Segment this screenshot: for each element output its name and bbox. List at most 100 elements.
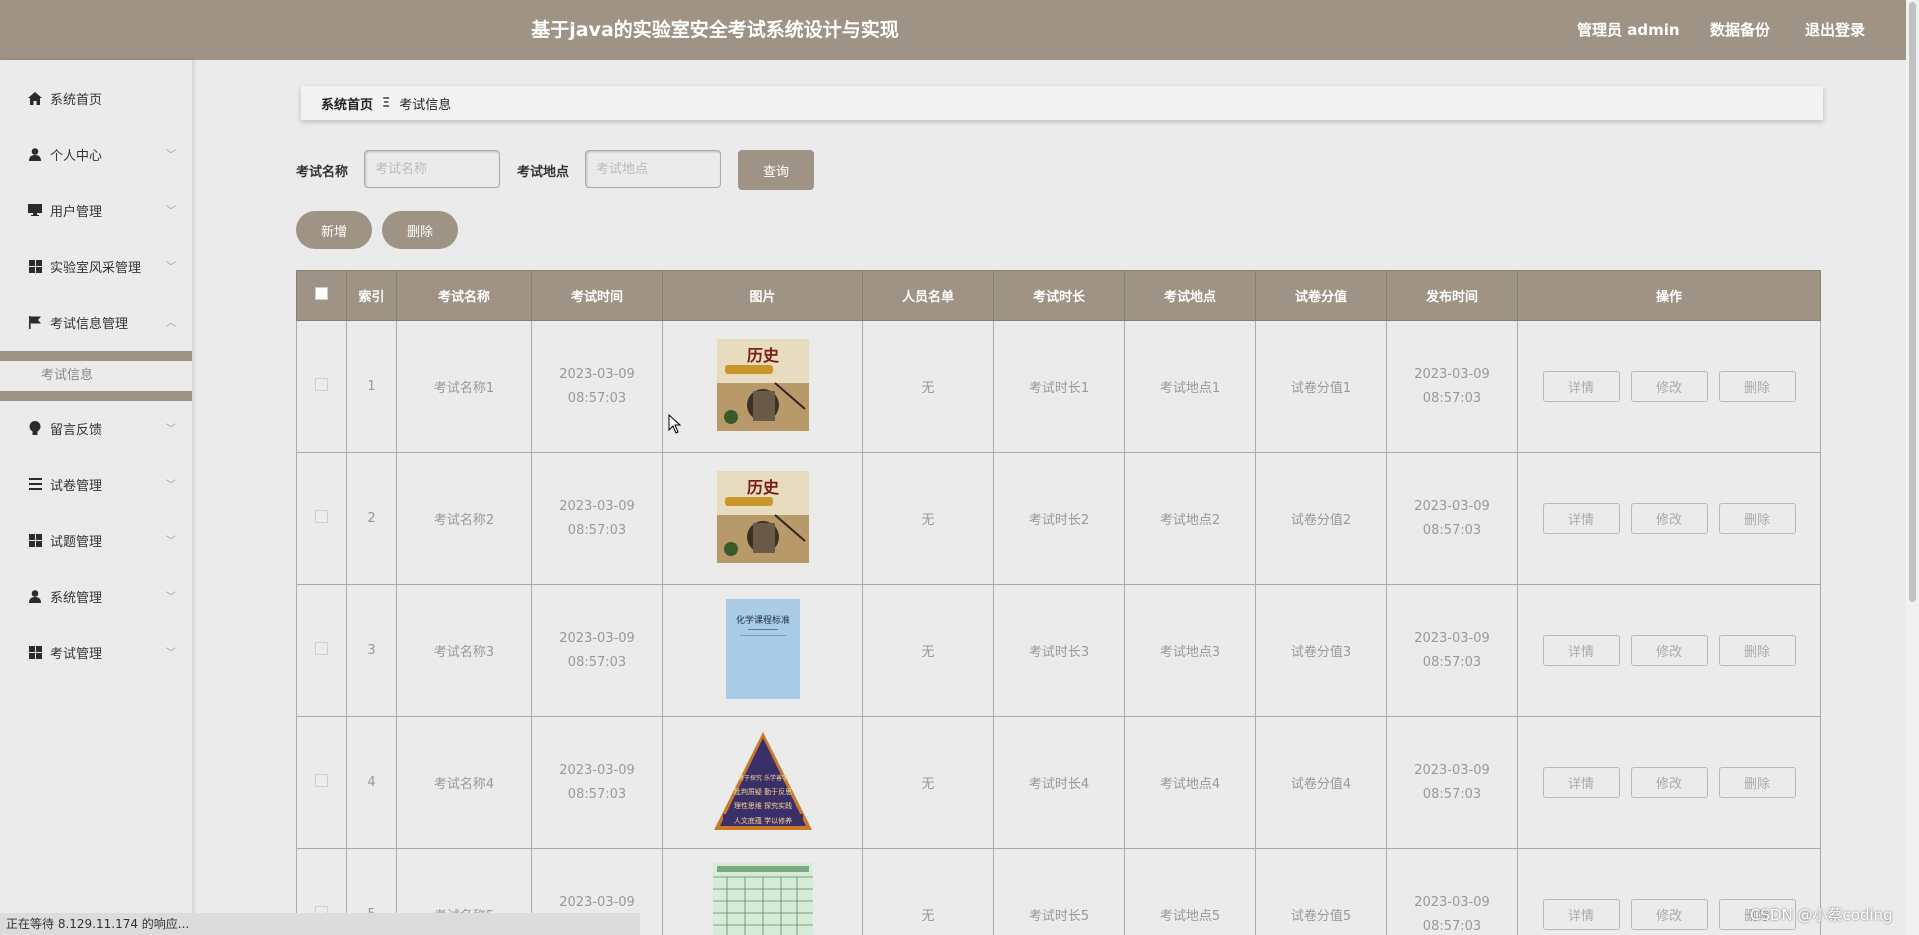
people-cell: 无: [862, 320, 994, 453]
edit-button[interactable]: 修改: [1630, 635, 1708, 666]
logout-link[interactable]: 退出登录: [1805, 0, 1865, 60]
publish-text: 2023-03-09 08:57:03: [1414, 762, 1490, 802]
sidebar-item-users[interactable]: 用户管理 ﹀: [0, 193, 192, 227]
detail-button[interactable]: 详情: [1542, 503, 1620, 534]
duration-cell: 考试时长2: [993, 452, 1125, 585]
name-cell: 考试名称1: [396, 320, 532, 453]
exam-place-label: 考试地点: [517, 165, 570, 180]
add-button[interactable]: 新增: [296, 211, 372, 249]
detail-button[interactable]: 详情: [1542, 635, 1620, 666]
list-icon: [27, 476, 43, 492]
delete-button[interactable]: 删除: [1718, 767, 1796, 798]
row-select-cell[interactable]: [296, 716, 347, 849]
sidebar-item-lab-gallery[interactable]: 实验室风采管理 ﹀: [0, 249, 192, 283]
sidebar-item-papers[interactable]: 试卷管理 ﹀: [0, 467, 192, 501]
image-cell: 历史: [662, 452, 863, 585]
scrollbar-thumb[interactable]: [1909, 2, 1916, 602]
detail-button[interactable]: 详情: [1542, 899, 1620, 930]
pyramid-line: 理性思维 探究实践: [733, 801, 791, 810]
time-text: 2023-03-09 08:57:03: [559, 762, 635, 802]
name-cell: 考试名称2: [396, 452, 532, 585]
name-cell: 考试名称4: [396, 716, 532, 849]
time-cell: 2023-03-09 08:57:03: [531, 584, 663, 717]
submenu-item-exam-info[interactable]: 考试信息: [0, 361, 192, 391]
chevron-down-icon: ﹀: [166, 424, 176, 435]
edit-button[interactable]: 修改: [1630, 503, 1708, 534]
column-header: 考试地点: [1124, 270, 1256, 321]
publish-text: 2023-03-09 08:57:03: [1414, 498, 1490, 538]
backup-link[interactable]: 数据备份: [1710, 0, 1770, 60]
column-header: 发布时间: [1386, 270, 1518, 321]
row-checkbox[interactable]: [315, 510, 328, 523]
pyramid-line: 勇于探究 乐学善学: [738, 774, 788, 782]
table-row: 4 考试名称4 2023-03-09 08:57:03 人文底蕴 学以修养 理性…: [296, 716, 1821, 849]
table-row: 3 考试名称3 2023-03-09 08:57:03 化学课程标准 无 考试时…: [296, 584, 1821, 717]
select-all-checkbox[interactable]: [315, 287, 328, 300]
delete-button[interactable]: 删除: [1718, 635, 1796, 666]
breadcrumb-home[interactable]: 系统首页: [321, 94, 373, 113]
query-button[interactable]: 查询: [738, 150, 814, 190]
batch-delete-button[interactable]: 删除: [382, 211, 458, 249]
place-cell: 考试地点3: [1124, 584, 1256, 717]
row-select-cell[interactable]: [296, 320, 347, 453]
exam-name-label: 考试名称: [296, 165, 349, 180]
column-header: 考试时长: [993, 270, 1125, 321]
admin-link[interactable]: 管理员 admin: [1577, 0, 1680, 60]
sidebar-item-label: 考试信息管理: [50, 316, 129, 332]
row-checkbox[interactable]: [315, 642, 328, 655]
sidebar-item-personal[interactable]: 个人中心 ﹀: [0, 137, 192, 171]
edit-button[interactable]: 修改: [1630, 899, 1708, 930]
column-header: 图片: [662, 270, 863, 321]
publish-cell: 2023-03-09 08:57:03: [1386, 848, 1518, 935]
sidebar-item-label: 试卷管理: [50, 478, 103, 494]
publish-text: 2023-03-09 08:57:03: [1414, 630, 1490, 670]
chevron-up-icon: ︿: [166, 318, 176, 329]
delete-button[interactable]: 删除: [1718, 371, 1796, 402]
exam-place-input[interactable]: [585, 150, 721, 188]
history-title: 历史: [747, 346, 780, 365]
detail-button[interactable]: 详情: [1542, 371, 1620, 402]
sidebar-item-feedback[interactable]: 留言反馈 ﹀: [0, 411, 192, 445]
duration-cell: 考试时长4: [993, 716, 1125, 849]
sidebar-item-label: 实验室风采管理: [50, 260, 142, 276]
row-select-cell[interactable]: [296, 584, 347, 717]
column-header: 考试时间: [531, 270, 663, 321]
sidebar-item-exam-info[interactable]: 考试信息管理 ︿: [0, 305, 192, 339]
sidebar: 系统首页 个人中心 ﹀ 用户管理 ﹀ 实验室风采管理 ﹀ 考试信息管理 ︿ 考试…: [0, 60, 192, 935]
bulb-icon: [27, 420, 43, 436]
ops-cell: 详情 修改 删除: [1517, 320, 1821, 453]
sidebar-item-system[interactable]: 系统管理 ﹀: [0, 579, 192, 613]
index-cell: 4: [346, 716, 397, 849]
chevron-down-icon: ﹀: [166, 536, 176, 547]
row-select-cell[interactable]: [296, 452, 347, 585]
exam-name-input[interactable]: [364, 150, 500, 188]
place-cell: 考试地点1: [1124, 320, 1256, 453]
chem-title: 化学课程标准: [735, 614, 789, 626]
edit-button[interactable]: 修改: [1630, 371, 1708, 402]
sidebar-item-home[interactable]: 系统首页: [0, 81, 192, 115]
chevron-down-icon: ﹀: [166, 648, 176, 659]
time-cell: 2023-03-09 08:57:03: [531, 452, 663, 585]
page-scrollbar[interactable]: [1906, 0, 1919, 935]
time-text: 2023-03-09 08:57:03: [559, 498, 635, 538]
top-header: 基于java的实验室安全考试系统设计与实现 管理员 admin 数据备份 退出登…: [0, 0, 1919, 60]
time-cell: 2023-03-09 08:57:03: [531, 716, 663, 849]
chevron-down-icon: ﹀: [166, 592, 176, 603]
duration-cell: 考试时长3: [993, 584, 1125, 717]
row-checkbox[interactable]: [315, 378, 328, 391]
select-all-cell[interactable]: [296, 270, 347, 321]
sidebar-item-label: 试题管理: [50, 534, 103, 550]
delete-button[interactable]: 删除: [1718, 503, 1796, 534]
app-title: 基于java的实验室安全考试系统设计与实现: [531, 19, 899, 41]
edit-button[interactable]: 修改: [1630, 767, 1708, 798]
sidebar-item-questions[interactable]: 试题管理 ﹀: [0, 523, 192, 557]
sidebar-item-label: 用户管理: [50, 204, 103, 220]
row-checkbox[interactable]: [315, 774, 328, 787]
people-cell: 无: [862, 452, 994, 585]
detail-button[interactable]: 详情: [1542, 767, 1620, 798]
chemistry-book-image: 化学课程标准: [725, 598, 800, 699]
table-row: 2 考试名称2 2023-03-09 08:57:03 历史 无 考试时长2 考…: [296, 452, 1821, 585]
sidebar-item-exams[interactable]: 考试管理 ﹀: [0, 635, 192, 669]
score-cell: 试卷分值2: [1255, 452, 1387, 585]
grid-icon: [27, 532, 43, 548]
